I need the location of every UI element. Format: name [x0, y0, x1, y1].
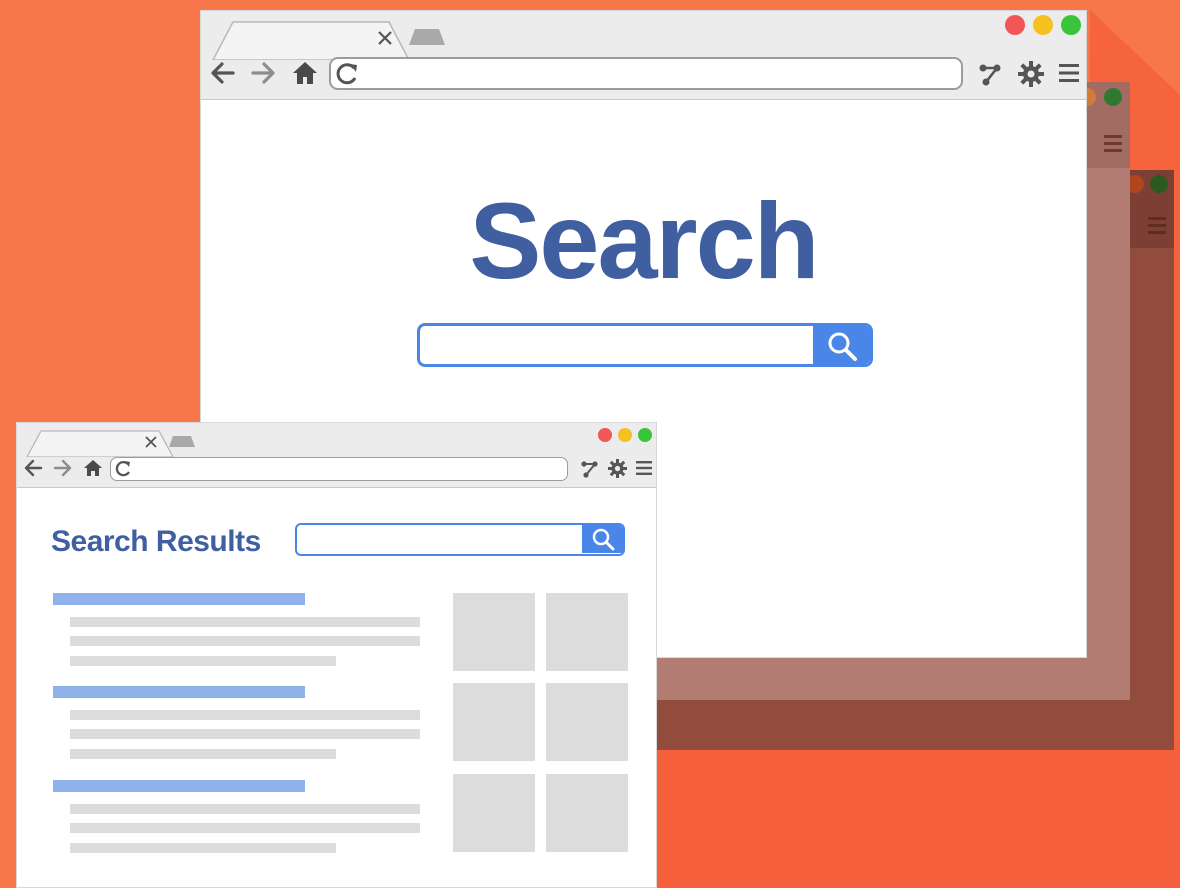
browser-toolbar — [17, 423, 656, 488]
new-tab-button[interactable] — [167, 433, 197, 449]
search-button[interactable] — [813, 326, 870, 364]
image-thumbnail[interactable] — [453, 774, 535, 852]
result-snippet-line — [70, 804, 420, 814]
menu-icon[interactable] — [1146, 214, 1168, 236]
result-snippet-line — [70, 710, 420, 720]
result-snippet-line — [70, 843, 336, 853]
gear-icon[interactable] — [607, 458, 628, 479]
back-arrow-icon[interactable] — [23, 459, 43, 477]
reload-icon[interactable] — [335, 61, 361, 87]
result-snippet-line — [70, 656, 336, 666]
gear-icon[interactable] — [1017, 60, 1045, 88]
result-snippet-line — [70, 636, 420, 646]
results-search-box — [295, 523, 625, 556]
close-tab-icon[interactable] — [144, 435, 158, 449]
back-arrow-icon[interactable] — [209, 61, 237, 85]
image-thumbnail[interactable] — [546, 774, 628, 852]
window-close-dot[interactable] — [1005, 15, 1025, 35]
home-icon[interactable] — [291, 60, 319, 86]
address-bar[interactable] — [329, 57, 963, 90]
close-tab-icon[interactable] — [376, 29, 394, 47]
result-title[interactable] — [53, 780, 305, 792]
search-box — [417, 323, 873, 367]
window-minimize-dot[interactable] — [618, 428, 632, 442]
window-maximize-dot — [1104, 88, 1122, 106]
results-browser-window: Search Results — [16, 422, 657, 888]
reload-icon[interactable] — [114, 459, 134, 479]
forward-arrow-icon[interactable] — [53, 459, 73, 477]
menu-icon[interactable] — [635, 459, 653, 477]
browser-toolbar — [201, 11, 1086, 100]
result-title[interactable] — [53, 593, 305, 605]
result-snippet-line — [70, 749, 336, 759]
result-snippet-line — [70, 617, 420, 627]
search-input[interactable] — [420, 326, 820, 364]
home-icon[interactable] — [83, 458, 103, 478]
search-icon — [828, 332, 857, 361]
image-thumbnail[interactable] — [453, 683, 535, 761]
page-title: Search — [469, 180, 819, 301]
menu-icon[interactable] — [1102, 132, 1124, 154]
results-heading: Search Results — [51, 525, 261, 558]
window-minimize-dot[interactable] — [1033, 15, 1053, 35]
result-title[interactable] — [53, 686, 305, 698]
search-icon — [592, 528, 615, 551]
new-tab-button[interactable] — [407, 25, 447, 47]
window-close-dot[interactable] — [598, 428, 612, 442]
window-maximize-dot — [1150, 175, 1168, 193]
result-snippet-line — [70, 729, 420, 739]
image-thumbnail[interactable] — [546, 683, 628, 761]
search-input[interactable] — [297, 525, 586, 554]
forward-arrow-icon[interactable] — [249, 61, 277, 85]
result-snippet-line — [70, 823, 420, 833]
extensions-icon[interactable] — [977, 61, 1003, 87]
extensions-icon[interactable] — [579, 459, 599, 479]
search-button[interactable] — [582, 525, 623, 553]
window-maximize-dot[interactable] — [638, 428, 652, 442]
window-maximize-dot[interactable] — [1061, 15, 1081, 35]
address-bar[interactable] — [110, 457, 568, 481]
image-thumbnail[interactable] — [546, 593, 628, 671]
image-thumbnail[interactable] — [453, 593, 535, 671]
menu-icon[interactable] — [1057, 61, 1081, 85]
